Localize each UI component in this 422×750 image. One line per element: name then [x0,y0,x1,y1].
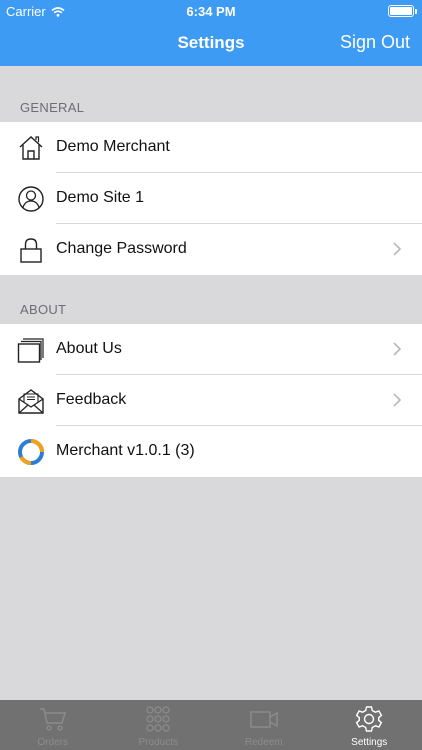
about-group: About Us Feedback Merchant v1.0.1 (3) [0,324,422,477]
row-feedback[interactable]: Feedback [0,375,422,426]
row-demo-site[interactable]: Demo Site 1 [0,173,422,224]
tab-bar: Orders Products Redeem Settings [0,700,422,750]
gear-icon [355,706,383,732]
grid-icon [146,706,170,732]
row-label: About Us [56,340,122,357]
row-label: Demo Site 1 [56,189,145,206]
section-header-about: ABOUT [20,302,67,317]
sign-out-button[interactable]: Sign Out [340,32,410,53]
tab-redeem[interactable]: Redeem [211,700,317,750]
row-app-version: Merchant v1.0.1 (3) [0,426,422,477]
status-time: 6:34 PM [186,4,236,19]
row-about-us[interactable]: About Us [0,324,422,375]
row-label: Demo Merchant [56,138,170,155]
row-change-password[interactable]: Change Password [0,224,422,275]
section-header-general: GENERAL [20,100,85,115]
row-label: Change Password [56,240,187,257]
chevron-right-icon [393,242,402,256]
general-group: Demo Merchant Demo Site 1 Change Passwor… [0,122,422,275]
tab-label: Redeem [244,737,283,748]
camera-icon [250,711,278,728]
chevron-right-icon [393,393,402,407]
home-icon [19,136,43,160]
status-bar: Carrier 6:34 PM [0,0,422,22]
tab-label: Products [138,737,178,748]
row-demo-merchant[interactable]: Demo Merchant [0,122,422,173]
app-logo-icon [18,439,44,465]
row-label: Feedback [56,391,127,408]
cart-icon [39,708,66,731]
envelope-icon [18,389,44,414]
tab-orders[interactable]: Orders [0,700,106,750]
tab-label: Settings [351,737,388,748]
battery-icon [388,5,417,17]
tab-settings[interactable]: Settings [317,700,422,750]
chevron-right-icon [393,342,402,356]
lock-icon [20,238,42,263]
tab-label: Orders [37,737,69,748]
tab-products[interactable]: Products [106,700,212,750]
navigation-header: Carrier 6:34 PM Settings Sign Out [0,0,422,66]
stack-icon [17,338,44,363]
version-label: Merchant v1.0.1 (3) [56,442,195,459]
user-icon [18,186,44,212]
